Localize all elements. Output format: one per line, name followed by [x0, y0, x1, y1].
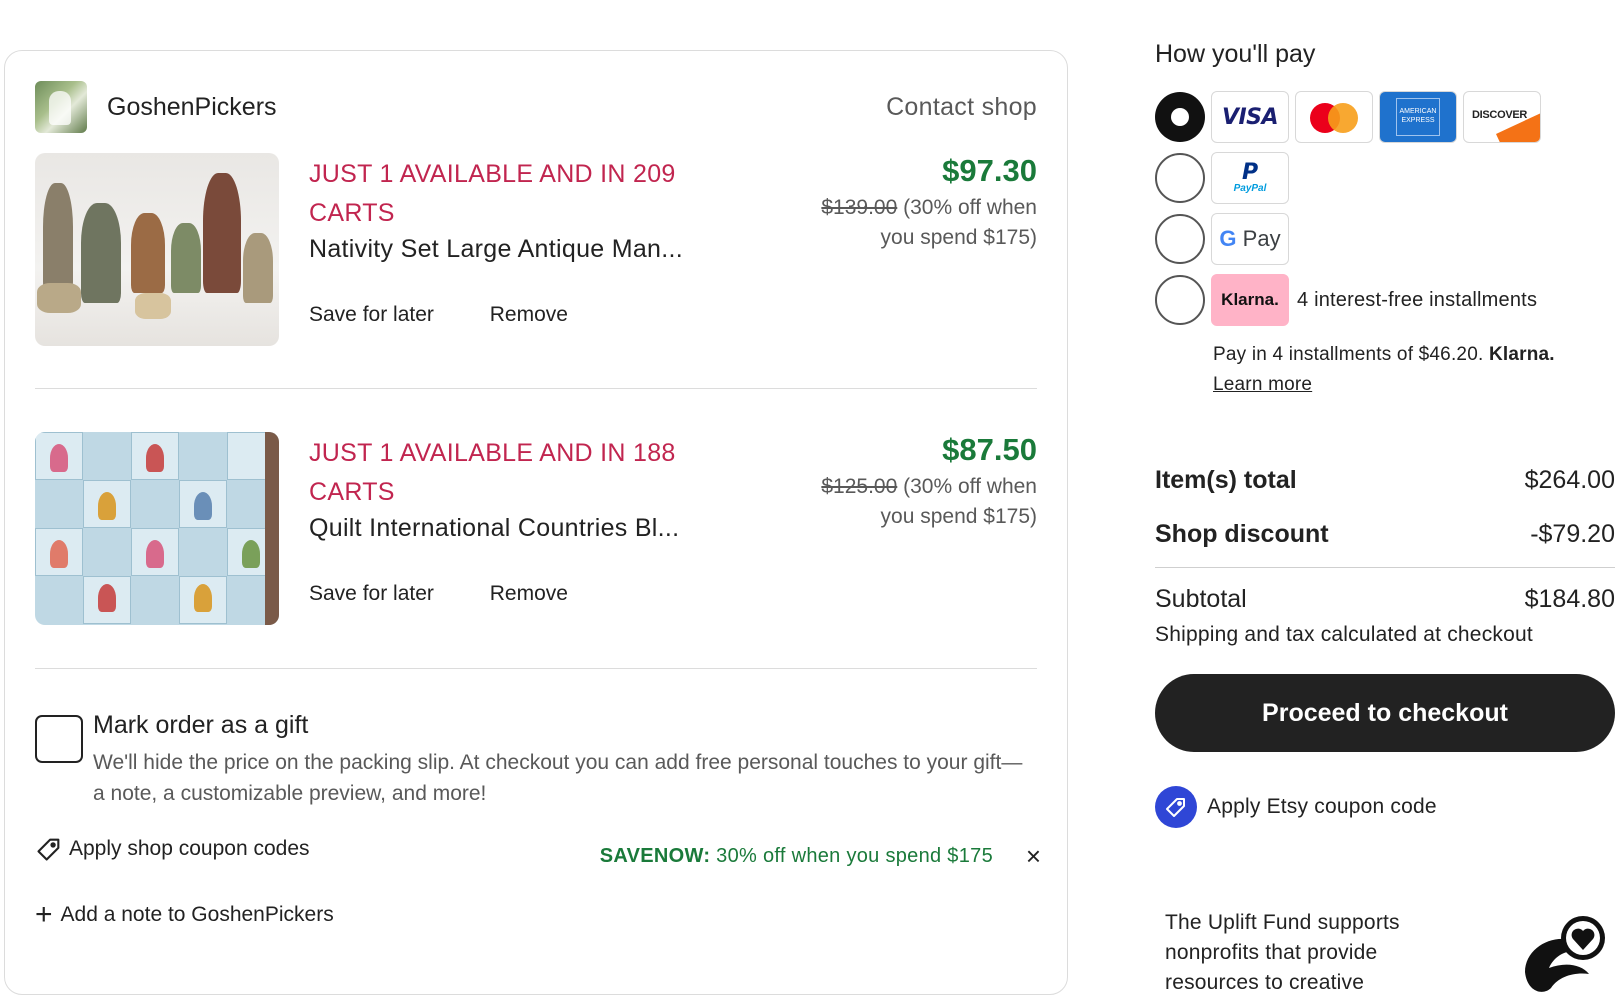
subtotal-label: Subtotal [1155, 585, 1247, 613]
mastercard-icon [1295, 91, 1373, 143]
cart-item: JUST 1 AVAILABLE AND IN 188 CARTS Quilt … [35, 432, 1037, 632]
discover-icon: DISCOVER [1463, 91, 1541, 143]
item-title[interactable]: Nativity Set Large Antique Man... [309, 235, 683, 264]
item-actions: Save for later Remove [309, 582, 618, 606]
shop-discount-label: Shop discount [1155, 520, 1329, 548]
remove-button[interactable]: Remove [490, 303, 568, 326]
paypal-icon: P PayPal [1211, 152, 1289, 204]
subtotal-row: Subtotal $184.80 [1155, 585, 1615, 614]
payment-option-klarna[interactable]: Klarna. 4 interest-free installments [1155, 274, 1537, 326]
remove-coupon-close-icon[interactable]: × [1026, 841, 1041, 872]
paypal-radio[interactable] [1155, 153, 1205, 203]
gift-description: We'll hide the price on the packing slip… [93, 751, 1023, 805]
items-total-value: $264.00 [1524, 466, 1615, 494]
discount-note: (30% off when you spend $175) [880, 196, 1037, 249]
item-original-price: $125.00 (30% off when you spend $175) [787, 472, 1037, 532]
stock-notice: JUST 1 AVAILABLE AND IN 209 CARTS [309, 160, 676, 227]
item-price: $87.50 [942, 432, 1037, 467]
coupon-tag-icon [1155, 786, 1197, 828]
order-summary-panel: How you'll pay VISA AMERICAN EXPRESS DIS… [1155, 0, 1618, 1000]
save-for-later-button[interactable]: Save for later [309, 582, 434, 605]
payment-option-google-pay[interactable]: G Pay [1155, 213, 1295, 265]
save-for-later-button[interactable]: Save for later [309, 303, 434, 326]
uplift-heart-hand-icon [1525, 916, 1605, 992]
cart-item: JUST 1 AVAILABLE AND IN 209 CARTS Nativi… [35, 153, 1037, 353]
klarna-description: 4 interest-free installments [1297, 288, 1538, 311]
gift-title: Mark order as a gift [93, 711, 309, 739]
apply-shop-coupon-label: Apply shop coupon codes [69, 837, 310, 860]
klarna-icon: Klarna. [1211, 274, 1289, 326]
visa-icon: VISA [1211, 91, 1289, 143]
uplift-fund-text: The Uplift Fund supports nonprofits that… [1165, 911, 1400, 994]
gift-checkbox[interactable] [35, 715, 83, 763]
google-pay-icon: G Pay [1211, 213, 1289, 265]
shop-header: GoshenPickers Contact shop [35, 81, 1037, 133]
summary-divider [1155, 567, 1615, 568]
items-total-label: Item(s) total [1155, 466, 1297, 494]
klarna-brand: Klarna. [1488, 344, 1555, 365]
learn-more-link[interactable]: Learn more [1213, 374, 1312, 395]
shop-cart-card: GoshenPickers Contact shop JUST 1 AVAILA… [4, 50, 1068, 995]
item-divider [35, 668, 1037, 669]
contact-shop-link[interactable]: Contact shop [886, 93, 1037, 122]
item-image-nativity[interactable] [35, 153, 279, 346]
items-total-row: Item(s) total $264.00 [1155, 466, 1615, 495]
item-price: $97.30 [942, 153, 1037, 188]
shipping-note: Shipping and tax calculated at checkout [1155, 623, 1533, 646]
proceed-to-checkout-button[interactable]: Proceed to checkout [1155, 674, 1615, 752]
card-radio[interactable] [1155, 92, 1205, 142]
google-pay-radio[interactable] [1155, 214, 1205, 264]
applied-coupon: SAVENOW: 30% off when you spend $175 [600, 845, 993, 868]
installments-text: Pay in 4 installments of $46.20. [1213, 344, 1484, 365]
remove-button[interactable]: Remove [490, 582, 568, 605]
tag-icon [37, 838, 60, 861]
amex-icon: AMERICAN EXPRESS [1379, 91, 1457, 143]
apply-shop-coupon-link[interactable]: Apply shop coupon codes [35, 835, 310, 863]
klarna-radio[interactable] [1155, 275, 1205, 325]
payment-option-paypal[interactable]: P PayPal [1155, 152, 1295, 204]
apply-etsy-coupon-label: Apply Etsy coupon code [1207, 795, 1437, 818]
add-note-link[interactable]: + Add a note to GoshenPickers [35, 898, 334, 931]
shop-name[interactable]: GoshenPickers [107, 93, 277, 122]
plus-icon: + [35, 898, 53, 931]
coupon-code: SAVENOW: [599, 845, 711, 867]
coupon-description: 30% off when you spend $175 [716, 845, 993, 867]
item-divider [35, 388, 1037, 389]
item-title[interactable]: Quilt International Countries Bl... [309, 514, 679, 543]
payment-option-card[interactable]: VISA AMERICAN EXPRESS DISCOVER [1155, 91, 1547, 143]
shop-discount-value: -$79.20 [1530, 520, 1615, 548]
original-price-value: $139.00 [821, 196, 898, 219]
shop-discount-row: Shop discount -$79.20 [1155, 520, 1615, 549]
subtotal-value: $184.80 [1524, 585, 1615, 613]
add-note-label: Add a note to GoshenPickers [60, 903, 334, 926]
shop-avatar[interactable] [35, 81, 87, 133]
klarna-installments-note: Pay in 4 installments of $46.20. Klarna.… [1213, 340, 1555, 400]
apply-etsy-coupon-link[interactable]: Apply Etsy coupon code [1155, 786, 1437, 828]
item-original-price: $139.00 (30% off when you spend $175) [787, 193, 1037, 253]
item-image-quilt[interactable] [35, 432, 279, 625]
item-actions: Save for later Remove [309, 303, 618, 327]
stock-notice: JUST 1 AVAILABLE AND IN 188 CARTS [309, 439, 676, 506]
discount-note: (30% off when you spend $175) [880, 475, 1037, 528]
original-price-value: $125.00 [821, 475, 898, 498]
payment-title: How you'll pay [1155, 40, 1316, 68]
